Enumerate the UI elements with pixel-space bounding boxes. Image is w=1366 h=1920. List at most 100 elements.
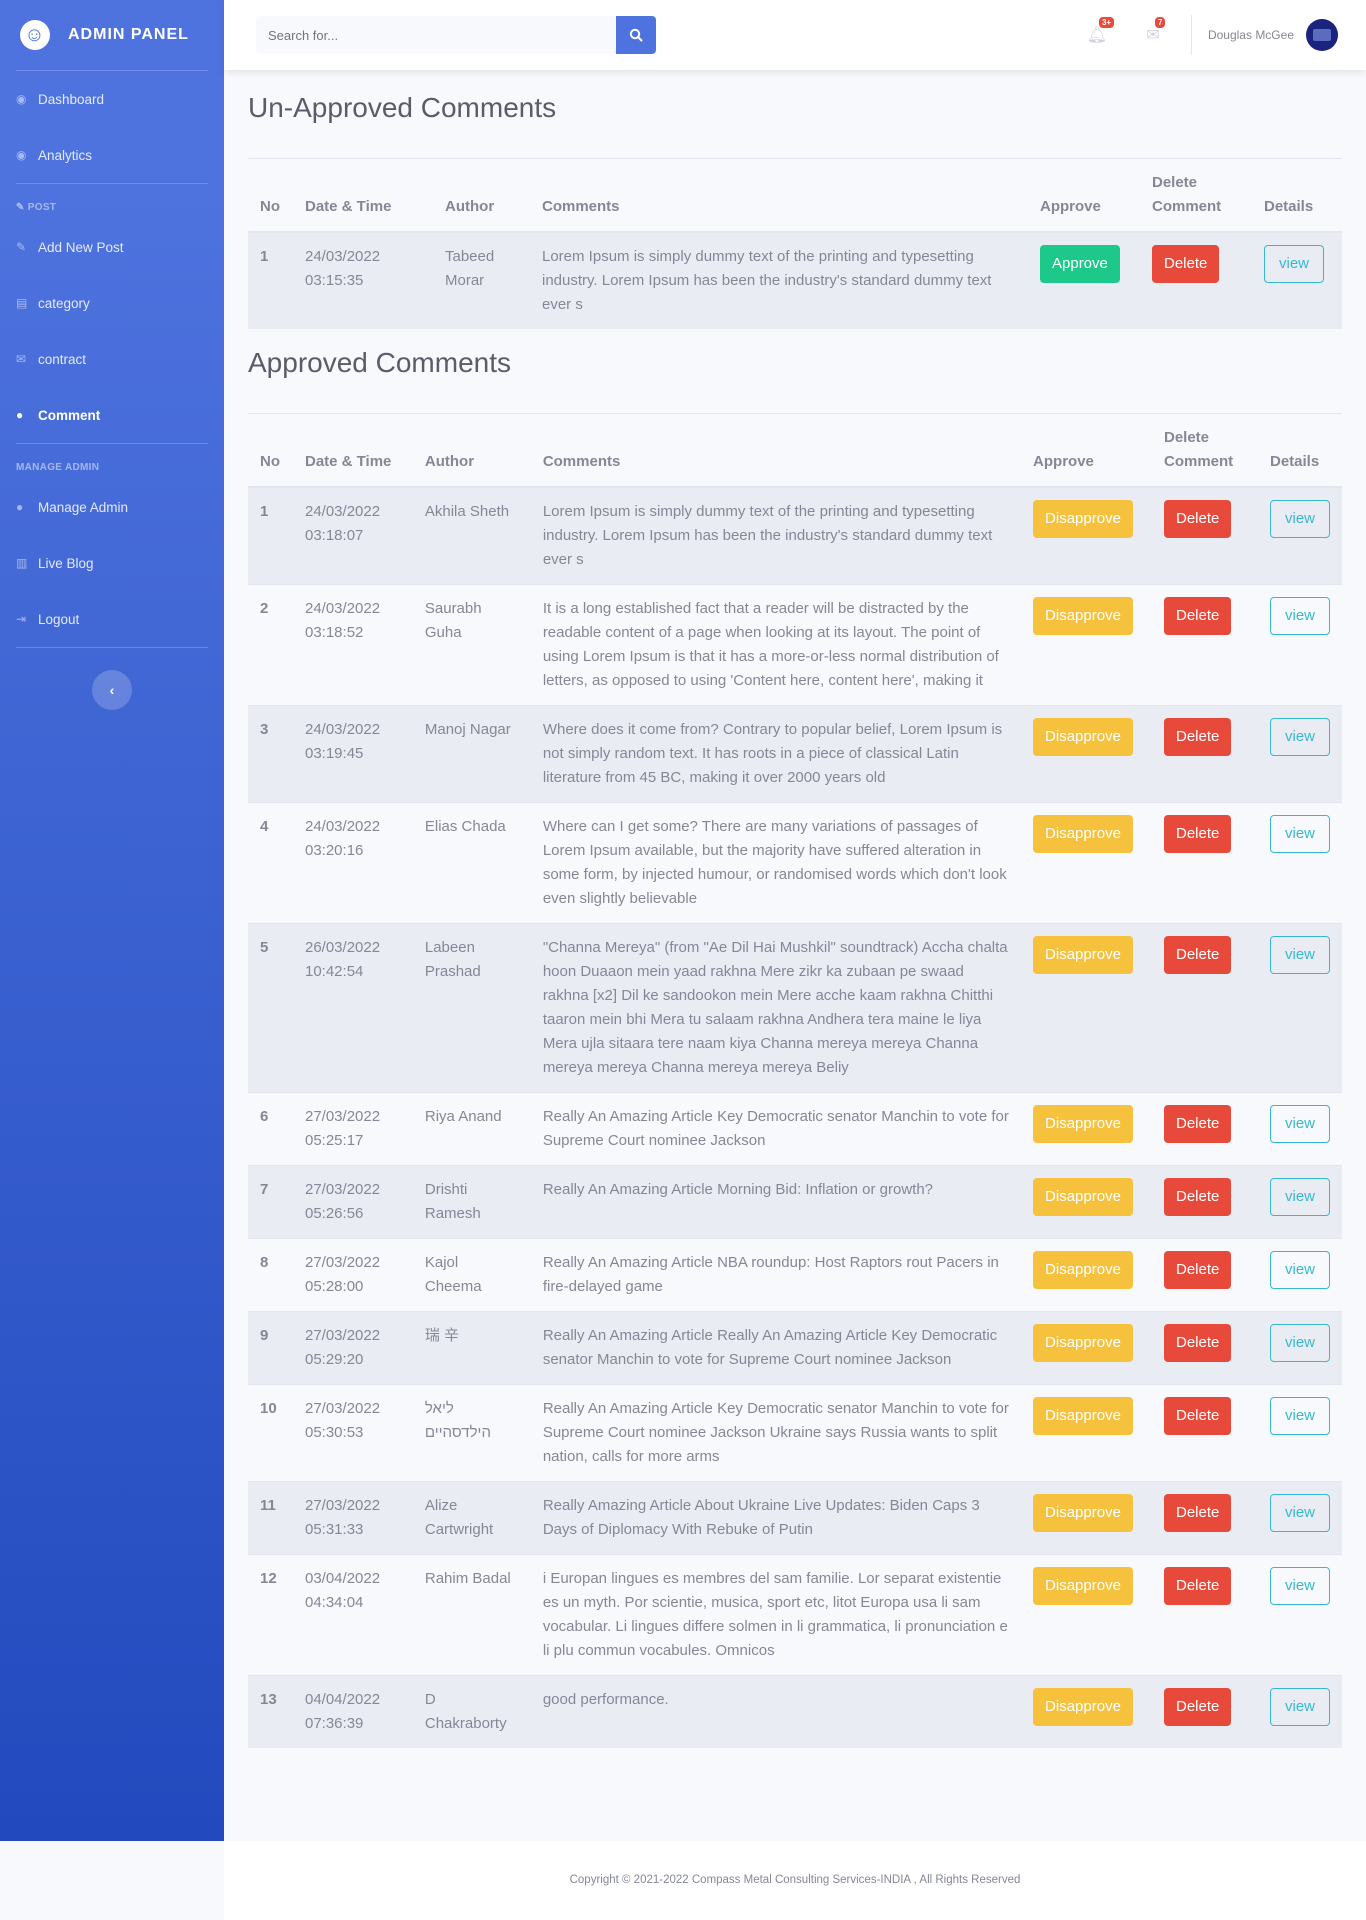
disapprove-button[interactable]: Disapprove <box>1033 1324 1133 1362</box>
sidebar-item-comment[interactable]: ● Comment <box>0 387 224 443</box>
delete-button[interactable]: Delete <box>1164 1397 1232 1435</box>
row-no: 5 <box>248 923 293 1093</box>
col-delete: Delete Comment <box>1140 158 1252 233</box>
view-button[interactable]: view <box>1264 245 1325 283</box>
pen-icon: ✎ <box>16 240 27 254</box>
row-comment: Really An Amazing Article Morning Bid: I… <box>530 1165 1022 1239</box>
approve-button[interactable]: Approve <box>1040 245 1120 283</box>
row-comment: Where can I get some? There are many var… <box>530 802 1022 924</box>
row-comment: Really An Amazing Article Really An Amaz… <box>530 1311 1022 1385</box>
view-button[interactable]: view <box>1269 1105 1330 1143</box>
disapprove-button[interactable]: Disapprove <box>1033 1397 1133 1435</box>
delete-button[interactable]: Delete <box>1164 815 1232 853</box>
row-author: Tabeed Morar <box>433 231 530 329</box>
approved-table: No Date & Time Author Comments Approve D… <box>248 413 1342 1748</box>
col-approve: Approve <box>1028 158 1140 233</box>
sidebar-item-add-new-post[interactable]: ✎ Add New Post <box>0 219 224 275</box>
delete-button[interactable]: Delete <box>1164 1688 1232 1726</box>
sidebar-item-analytics[interactable]: ◉ Analytics <box>0 127 224 183</box>
delete-button[interactable]: Delete <box>1164 936 1232 974</box>
search-button[interactable] <box>616 16 656 54</box>
row-comment: Lorem Ipsum is simply dummy text of the … <box>530 486 1022 585</box>
sidebar: ☺ ADMIN PANEL ◉ Dashboard ◉ Analytics ✎ … <box>0 0 224 1841</box>
view-button[interactable]: view <box>1269 1324 1330 1362</box>
envelope-icon: ✉ <box>16 352 27 366</box>
sidebar-item-logout[interactable]: ⇥ Logout <box>0 591 224 647</box>
disapprove-button[interactable]: Disapprove <box>1033 597 1133 635</box>
sidebar-item-label: Manage Admin <box>38 499 129 515</box>
user-name[interactable]: Douglas McGee <box>1208 28 1294 42</box>
sidebar-item-contract[interactable]: ✉ contract <box>0 331 224 387</box>
alerts-button[interactable]: 🔔︎ 3+ <box>1069 17 1125 45</box>
disapprove-button[interactable]: Disapprove <box>1033 1688 1133 1726</box>
sidebar-item-manage-admin[interactable]: ● Manage Admin <box>0 479 224 535</box>
table-row: 12 03/04/2022 04:34:04 Rahim Badal i Europa… <box>248 1554 1342 1676</box>
row-no: 1 <box>248 231 293 329</box>
disapprove-button[interactable]: Disapprove <box>1033 1105 1133 1143</box>
sidebar-item-label: category <box>38 295 90 311</box>
delete-button[interactable]: Delete <box>1164 500 1232 538</box>
avatar[interactable] <box>1306 19 1338 51</box>
delete-button[interactable]: Delete <box>1164 1494 1232 1532</box>
delete-button[interactable]: Delete <box>1164 1324 1232 1362</box>
disapprove-button[interactable]: Disapprove <box>1033 500 1133 538</box>
row-no: 13 <box>248 1675 293 1748</box>
view-button[interactable]: view <box>1269 500 1330 538</box>
row-author: Drishti Ramesh <box>412 1165 531 1239</box>
row-author: Kajol Cheema <box>412 1238 531 1312</box>
view-button[interactable]: view <box>1269 1494 1330 1532</box>
view-button[interactable]: view <box>1269 1251 1330 1289</box>
delete-button[interactable]: Delete <box>1164 1251 1232 1289</box>
row-no: 9 <box>248 1311 293 1385</box>
row-no: 10 <box>248 1384 293 1482</box>
view-button[interactable]: view <box>1269 1567 1330 1605</box>
brand-title: ADMIN PANEL <box>68 26 189 43</box>
disapprove-button[interactable]: Disapprove <box>1033 1251 1133 1289</box>
delete-button[interactable]: Delete <box>1152 245 1220 283</box>
row-no: 6 <box>248 1092 293 1166</box>
disapprove-button[interactable]: Disapprove <box>1033 1567 1133 1605</box>
messages-badge: 7 <box>1154 17 1166 28</box>
delete-button[interactable]: Delete <box>1164 1105 1232 1143</box>
view-button[interactable]: view <box>1269 1688 1330 1726</box>
col-details: Details <box>1252 158 1342 233</box>
table-row: 5 26/03/2022 10:42:54 Labeen Prashad "Chann… <box>248 923 1342 1093</box>
sidebar-item-label: contract <box>38 351 87 367</box>
table-row: 1 24/03/2022 03:15:35 Tabeed Morar Lorem Ip… <box>248 231 1342 329</box>
view-button[interactable]: view <box>1269 815 1330 853</box>
row-author: Manoj Nagar <box>412 705 531 803</box>
col-author: Author <box>433 158 530 233</box>
sidebar-item-category[interactable]: ▤ category <box>0 275 224 331</box>
table-row: 9 27/03/2022 05:29:20 瑞 辛 Really An Amazing… <box>248 1311 1342 1385</box>
sidebar-item-dashboard[interactable]: ◉ Dashboard <box>0 71 224 127</box>
sidebar-item-live-blog[interactable]: ▥ Live Blog <box>0 535 224 591</box>
delete-button[interactable]: Delete <box>1164 597 1232 635</box>
row-date: 27/03/2022 05:25:17 <box>292 1092 413 1166</box>
col-no: No <box>248 158 293 233</box>
sidebar-item-label: Add New Post <box>38 239 124 255</box>
disapprove-button[interactable]: Disapprove <box>1033 936 1133 974</box>
view-button[interactable]: view <box>1269 936 1330 974</box>
comment-icon: ● <box>16 408 24 422</box>
sidebar-brand[interactable]: ☺ ADMIN PANEL <box>0 0 224 70</box>
dashboard-icon: ◉ <box>16 92 27 106</box>
delete-button[interactable]: Delete <box>1164 718 1232 756</box>
delete-button[interactable]: Delete <box>1164 1178 1232 1216</box>
view-button[interactable]: view <box>1269 597 1330 635</box>
disapprove-button[interactable]: Disapprove <box>1033 718 1133 756</box>
disapprove-button[interactable]: Disapprove <box>1033 1178 1133 1216</box>
col-details: Details <box>1257 413 1342 488</box>
view-button[interactable]: view <box>1269 1397 1330 1435</box>
delete-button[interactable]: Delete <box>1164 1567 1232 1605</box>
disapprove-button[interactable]: Disapprove <box>1033 815 1133 853</box>
view-button[interactable]: view <box>1269 718 1330 756</box>
row-comment: It is a long established fact that a rea… <box>530 584 1022 706</box>
table-row: 6 27/03/2022 05:25:17 Riya Anand Really An … <box>248 1092 1342 1166</box>
messages-button[interactable]: ✉ 7 <box>1125 17 1181 45</box>
disapprove-button[interactable]: Disapprove <box>1033 1494 1133 1532</box>
row-author: Alize Cartwright <box>412 1481 531 1555</box>
col-date: Date & Time <box>293 158 433 233</box>
search-input[interactable] <box>256 16 616 54</box>
view-button[interactable]: view <box>1269 1178 1330 1216</box>
sidebar-toggle-button[interactable]: ‹ <box>92 670 132 710</box>
